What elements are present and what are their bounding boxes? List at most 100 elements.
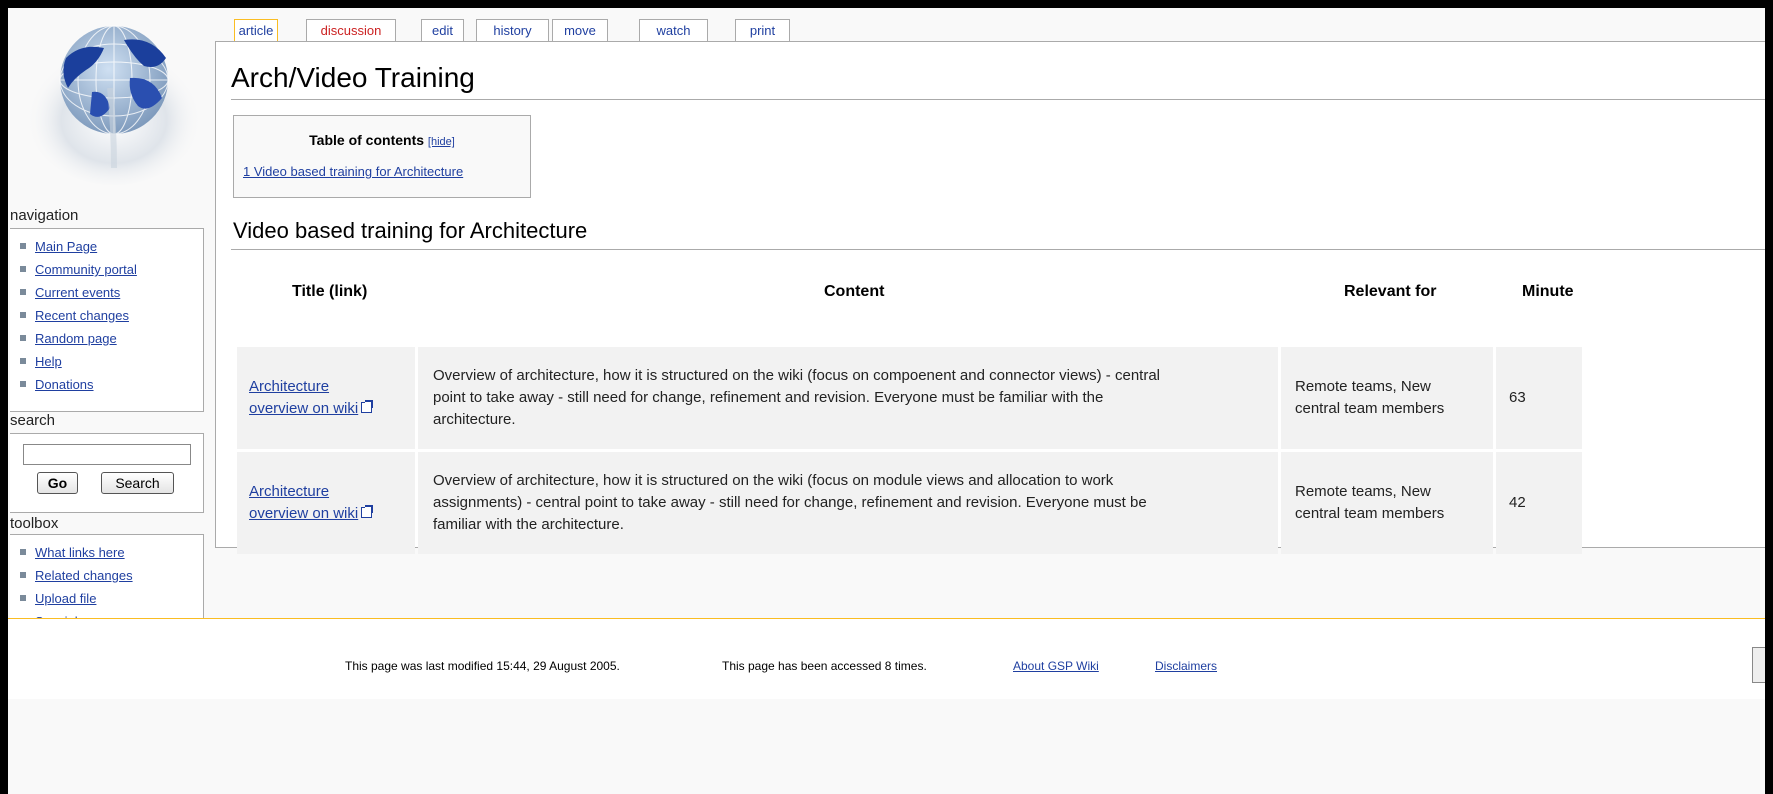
- footer-badge-edge: [1752, 647, 1765, 683]
- content-line: architecture.: [433, 411, 516, 428]
- relevant-cell: Remote teams, New central team members: [1281, 452, 1493, 554]
- section-divider: [231, 249, 1765, 250]
- sidebar-item-related-changes[interactable]: Related changes: [20, 564, 203, 587]
- relevant-line: Remote teams, New: [1295, 483, 1431, 500]
- page-title: Arch/Video Training: [231, 62, 475, 93]
- tab-move[interactable]: move: [552, 19, 608, 41]
- navigation-portlet: Main Page Community portal Current event…: [10, 228, 204, 412]
- tab-article[interactable]: article: [234, 19, 278, 43]
- random-page-link[interactable]: Random page: [35, 331, 117, 346]
- external-link-icon: [361, 400, 374, 413]
- square-bullet-icon: [20, 242, 26, 249]
- content-line: Overview of architecture, how it is stru…: [433, 367, 1160, 384]
- link-line-2: overview on wiki: [249, 505, 359, 522]
- tab-print[interactable]: print: [735, 19, 790, 41]
- minutes-value: 42: [1509, 494, 1526, 511]
- toc-heading-label: Table of contents: [309, 132, 425, 148]
- square-bullet-icon: [20, 380, 26, 387]
- relevant-line: central team members: [1295, 505, 1445, 522]
- toc-heading: Table of contents [hide]: [234, 132, 530, 148]
- sidebar-item-what-links-here[interactable]: What links here: [20, 541, 203, 564]
- about-link[interactable]: About GSP Wiki: [1013, 659, 1099, 673]
- search-title: search: [10, 412, 56, 429]
- square-bullet-icon: [20, 594, 26, 601]
- minutes-cell: 42: [1496, 452, 1582, 554]
- architecture-overview-link[interactable]: Architecture overview on wiki: [249, 481, 374, 525]
- minutes-cell: 63: [1496, 347, 1582, 449]
- header-relevant-for: Relevant for: [1344, 283, 1437, 300]
- header-title: Title (link): [292, 283, 368, 300]
- title-cell: Architecture overview on wiki: [237, 452, 415, 554]
- title-divider: [231, 99, 1765, 100]
- sidebar-item-recent-changes[interactable]: Recent changes: [20, 304, 203, 327]
- access-count-text: This page has been accessed 8 times.: [722, 659, 927, 673]
- last-modified-text: This page was last modified 15:44, 29 Au…: [345, 659, 620, 673]
- relevant-line: Remote teams, New: [1295, 378, 1431, 395]
- sidebar-item-help[interactable]: Help: [20, 350, 203, 373]
- square-bullet-icon: [20, 357, 26, 364]
- square-bullet-icon: [20, 548, 26, 555]
- section-heading: Video based training for Architecture: [233, 218, 588, 243]
- content-line: Overview of architecture, how it is stru…: [433, 472, 1114, 489]
- training-table: Title (link) Content Relevant for Minute…: [237, 263, 1582, 554]
- community-portal-link[interactable]: Community portal: [35, 262, 137, 277]
- link-line-1: Architecture: [249, 378, 330, 395]
- header-minutes: Minute: [1522, 283, 1574, 300]
- content-cell: Overview of architecture, how it is stru…: [418, 347, 1278, 449]
- content-line: assignments) - central point to take awa…: [433, 494, 1147, 511]
- minutes-value: 63: [1509, 389, 1526, 406]
- link-line-2: overview on wiki: [249, 400, 359, 417]
- search-button[interactable]: Search: [101, 472, 174, 494]
- content-line: point to take away - still need for chan…: [433, 389, 1104, 406]
- main-page-link[interactable]: Main Page: [35, 239, 97, 254]
- globe-logo[interactable]: [26, 18, 202, 188]
- tab-discussion[interactable]: discussion: [306, 19, 396, 41]
- navigation-title: navigation: [10, 207, 79, 224]
- sidebar-item-community-portal[interactable]: Community portal: [20, 258, 203, 281]
- current-events-link[interactable]: Current events: [35, 285, 120, 300]
- page-footer: This page was last modified 15:44, 29 Au…: [8, 618, 1765, 700]
- table-row: Architecture overview on wiki Overview o…: [237, 347, 1582, 449]
- donations-link[interactable]: Donations: [35, 377, 94, 392]
- related-changes-link[interactable]: Related changes: [35, 568, 133, 583]
- sidebar-item-main-page[interactable]: Main Page: [20, 235, 203, 258]
- sidebar-item-random-page[interactable]: Random page: [20, 327, 203, 350]
- square-bullet-icon: [20, 571, 26, 578]
- toc-entry-link[interactable]: 1 Video based training for Architecture: [243, 164, 463, 179]
- square-bullet-icon: [20, 311, 26, 318]
- sidebar-item-donations[interactable]: Donations: [20, 373, 203, 396]
- recent-changes-link[interactable]: Recent changes: [35, 308, 129, 323]
- content-text: Overview of architecture, how it is stru…: [433, 365, 1160, 431]
- go-button[interactable]: Go: [37, 472, 78, 494]
- disclaimers-link[interactable]: Disclaimers: [1155, 659, 1217, 673]
- tab-watch[interactable]: watch: [639, 19, 708, 41]
- search-input[interactable]: [23, 444, 191, 465]
- square-bullet-icon: [20, 288, 26, 295]
- header-content: Content: [824, 283, 885, 300]
- search-portlet: Go Search: [10, 433, 204, 513]
- upload-file-link[interactable]: Upload file: [35, 591, 96, 606]
- content-cell: Overview of architecture, how it is stru…: [418, 452, 1278, 554]
- page-bottom: [8, 699, 1765, 794]
- external-link-icon: [361, 505, 374, 518]
- square-bullet-icon: [20, 265, 26, 272]
- content-area: Arch/Video Training Table of contents [h…: [215, 41, 1765, 554]
- square-bullet-icon: [20, 334, 26, 341]
- toc-hide-link[interactable]: [hide]: [428, 136, 455, 148]
- relevant-text: Remote teams, New central team members: [1295, 376, 1444, 420]
- help-link[interactable]: Help: [35, 354, 62, 369]
- sidebar-item-current-events[interactable]: Current events: [20, 281, 203, 304]
- content-line: familiar with the architecture.: [433, 516, 624, 533]
- what-links-here-link[interactable]: What links here: [35, 545, 125, 560]
- tab-history[interactable]: history: [476, 19, 549, 41]
- relevant-cell: Remote teams, New central team members: [1281, 347, 1493, 449]
- title-cell: Architecture overview on wiki: [237, 347, 415, 449]
- wiki-page: article discussion edit history move wat…: [8, 8, 1765, 794]
- relevant-text: Remote teams, New central team members: [1295, 481, 1444, 525]
- content-text: Overview of architecture, how it is stru…: [433, 470, 1147, 536]
- architecture-overview-link[interactable]: Architecture overview on wiki: [249, 376, 374, 420]
- sidebar-item-upload-file[interactable]: Upload file: [20, 587, 203, 610]
- toolbox-title: toolbox: [10, 515, 59, 532]
- tab-edit[interactable]: edit: [421, 19, 464, 41]
- relevant-line: central team members: [1295, 400, 1445, 417]
